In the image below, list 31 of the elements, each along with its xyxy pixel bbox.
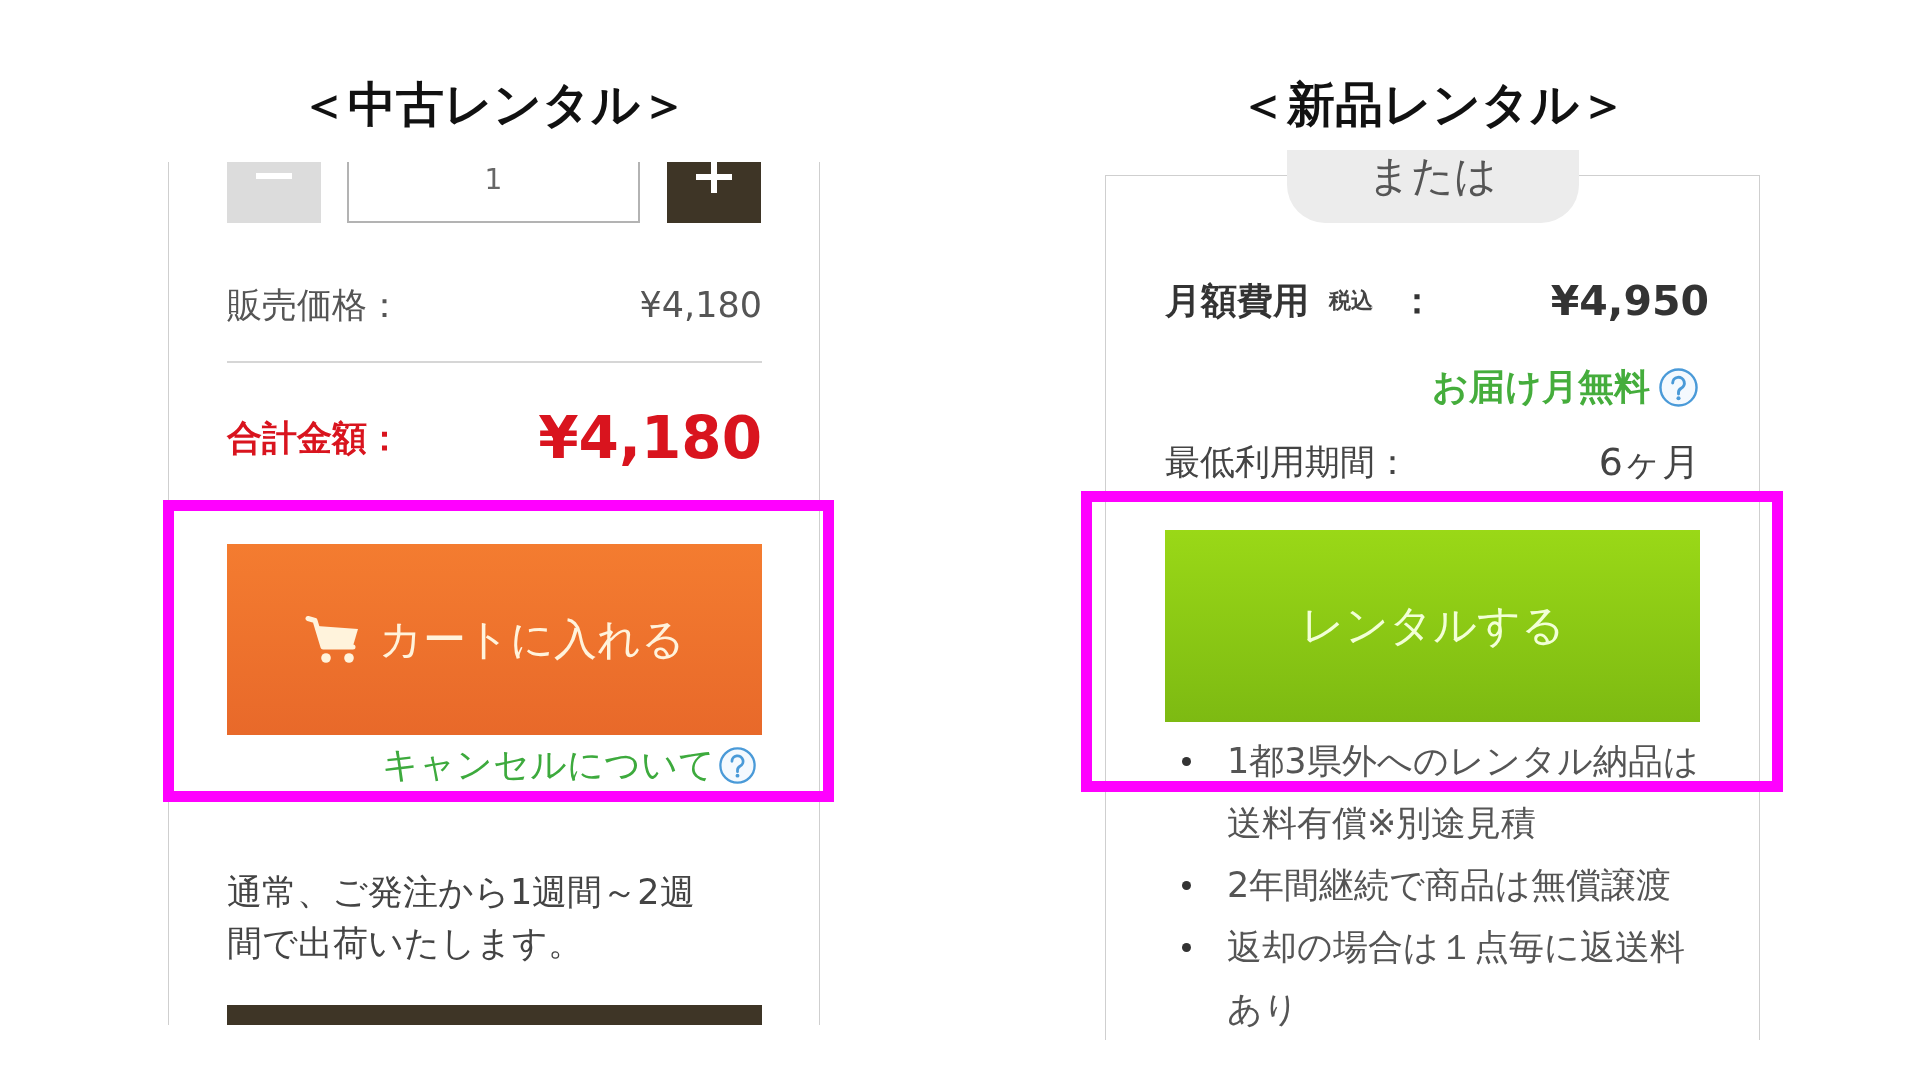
quantity-field[interactable]: 1: [347, 162, 640, 223]
price-value: ¥4,180: [639, 285, 762, 325]
price-label: 販売価格：: [227, 283, 402, 327]
bullet-text: 1都3県外へのレンタル納品は送料有償※別途見積: [1227, 740, 1700, 845]
fee-value: ¥4,950: [1550, 277, 1709, 325]
minus-icon: [256, 173, 292, 179]
help-icon[interactable]: [1659, 367, 1698, 407]
period-label: 最低利用期間：: [1165, 440, 1410, 484]
plus-icon: [696, 162, 732, 193]
tax-note: 税込: [1329, 287, 1373, 315]
fee-label: 月額費用: [1165, 278, 1309, 323]
bullet-text: 返却の場合は１点毎に返送料あり: [1227, 926, 1686, 1031]
help-icon[interactable]: [719, 746, 756, 784]
bullet-icon: [1182, 881, 1191, 890]
cart-icon: [304, 614, 361, 665]
shipping-note: 通常、ご発注から1週間～2週間で出荷いたします。: [227, 871, 696, 965]
bullet-icon: [1182, 943, 1191, 952]
section-heading: ＜中古レンタル＞: [300, 75, 688, 133]
section-heading: ＜新品レンタル＞: [1238, 75, 1627, 133]
cancellation-link[interactable]: キャンセルについて: [382, 745, 715, 785]
add-to-cart-button[interactable]: カートに入れる: [227, 544, 762, 735]
increment-button[interactable]: [667, 162, 761, 223]
total-value: ¥4,180: [538, 404, 762, 472]
bullet-icon: [1182, 757, 1191, 766]
total-label: 合計金額：: [227, 416, 402, 460]
rent-button[interactable]: レンタルする: [1165, 530, 1700, 722]
separator-label: または: [1286, 150, 1579, 223]
period-value: 6ヶ月: [1598, 438, 1700, 486]
bullet-text: 2年間継続で商品は無償譲渡: [1227, 864, 1673, 907]
label-colon: ：: [1399, 278, 1435, 323]
free-delivery-note: お届け月無料: [1432, 364, 1650, 409]
